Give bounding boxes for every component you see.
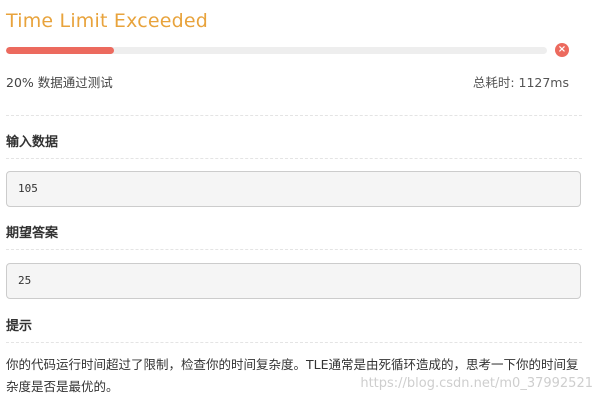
divider (6, 249, 582, 250)
divider (6, 158, 582, 159)
divider (6, 342, 582, 343)
progress-bar (6, 47, 547, 54)
time-used-text: 总耗时: 1127ms (472, 75, 569, 90)
input-data-box: 105 (6, 171, 581, 207)
pass-rate-text: 20% 数据通过测试 (6, 75, 113, 90)
hint-heading: 提示 (6, 319, 33, 334)
expected-answer-heading: 期望答案 (6, 226, 59, 241)
close-icon: × (555, 43, 569, 57)
input-data-heading: 输入数据 (6, 135, 59, 150)
watermark: https://blog.csdn.net/m0_37992521 (360, 376, 593, 391)
progress-bar-fill (6, 47, 115, 54)
result-title: Time Limit Exceeded (6, 10, 209, 32)
expected-answer-box: 25 (6, 263, 581, 299)
divider (6, 115, 582, 116)
